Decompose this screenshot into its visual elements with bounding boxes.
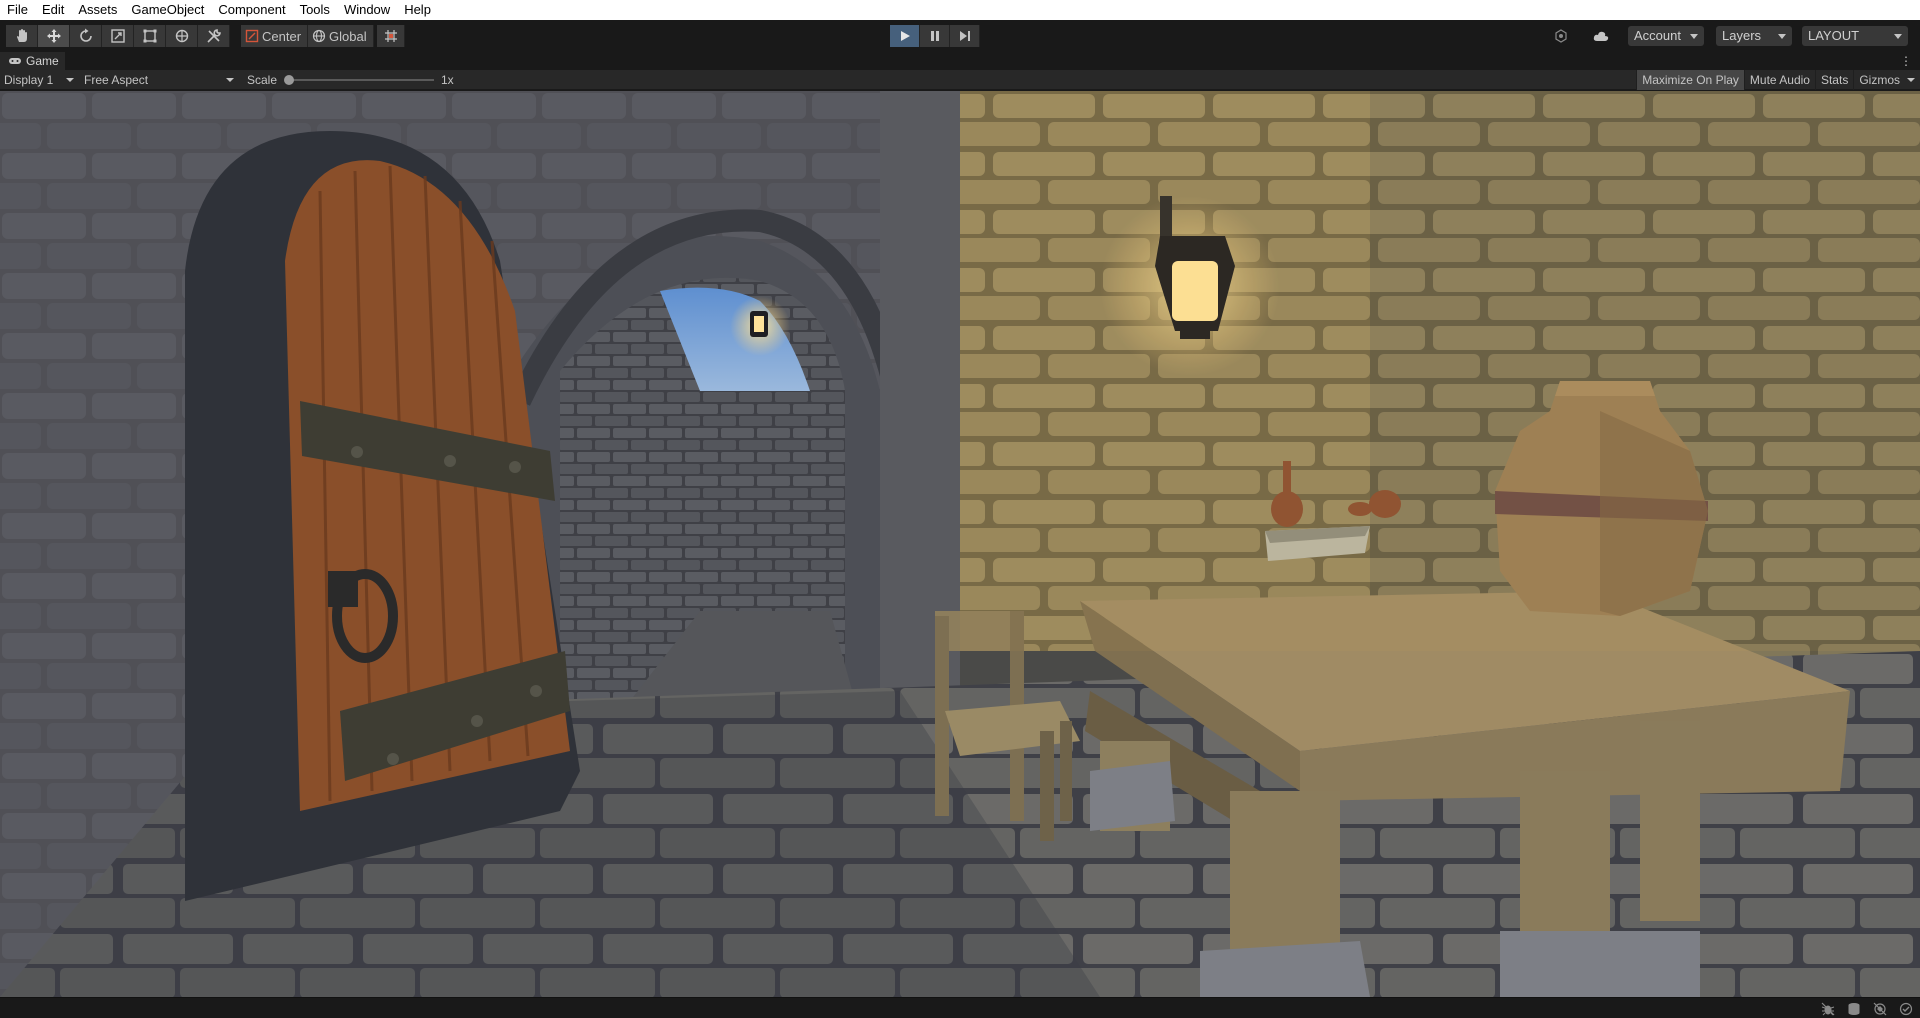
hand-icon bbox=[16, 29, 27, 42]
playmode-controls bbox=[890, 25, 980, 47]
rect-tool-button[interactable] bbox=[134, 25, 166, 47]
chevron-down-icon bbox=[226, 78, 234, 82]
cloud-icon bbox=[1593, 31, 1609, 41]
cache-icon[interactable] bbox=[1846, 1001, 1862, 1017]
distant-lantern bbox=[754, 316, 764, 332]
scale-label: Scale bbox=[247, 73, 278, 87]
cloud-button[interactable] bbox=[1588, 26, 1614, 46]
account-label: Account bbox=[1634, 28, 1681, 43]
move-tool-button[interactable] bbox=[38, 25, 70, 47]
tab-game[interactable]: Game bbox=[0, 52, 65, 70]
game-view-toggles: Maximize On Play Mute Audio Stats Gizmos bbox=[1636, 70, 1920, 90]
menu-window[interactable]: Window bbox=[337, 0, 397, 20]
pause-button[interactable] bbox=[920, 25, 950, 47]
gamepad-icon bbox=[9, 58, 21, 64]
step-icon bbox=[959, 31, 970, 41]
scale-tool-button[interactable] bbox=[102, 25, 134, 47]
layers-label: Layers bbox=[1722, 28, 1762, 43]
scale-icon bbox=[110, 29, 125, 43]
menu-edit[interactable]: Edit bbox=[35, 0, 71, 20]
scale-slider-track[interactable] bbox=[288, 79, 434, 81]
menu-help[interactable]: Help bbox=[397, 0, 438, 20]
maximize-on-play-toggle[interactable]: Maximize On Play bbox=[1636, 70, 1744, 90]
stats-toggle[interactable]: Stats bbox=[1814, 70, 1853, 90]
scale-value: 1x bbox=[441, 73, 454, 87]
globe-icon bbox=[312, 29, 326, 43]
services-icon bbox=[1555, 29, 1567, 43]
pivot-rotation-toggle[interactable]: Global bbox=[308, 25, 374, 47]
move-icon bbox=[46, 29, 61, 43]
aspect-label: Free Aspect bbox=[84, 73, 149, 87]
layout-label: LAYOUT bbox=[1808, 28, 1860, 43]
menu-assets[interactable]: Assets bbox=[71, 0, 124, 20]
chevron-down-icon bbox=[1907, 78, 1915, 82]
display-label: Display 1 bbox=[4, 73, 54, 87]
grid-snap-icon bbox=[384, 30, 397, 42]
rect-icon bbox=[143, 29, 156, 43]
grid-snapping-button[interactable] bbox=[377, 25, 405, 47]
gizmos-dropdown[interactable]: Gizmos bbox=[1853, 70, 1920, 90]
chevron-down-icon bbox=[1690, 34, 1698, 39]
game-view-controls: Display 1 Free Aspect Scale 1x Maximize … bbox=[0, 70, 1920, 90]
game-viewport[interactable] bbox=[0, 91, 1920, 997]
grid-snap-group bbox=[377, 25, 405, 47]
mute-audio-toggle[interactable]: Mute Audio bbox=[1743, 70, 1815, 90]
pivot-rotation-label: Global bbox=[329, 28, 367, 44]
tab-label: Game bbox=[26, 54, 59, 68]
collab-icon[interactable] bbox=[1872, 1001, 1888, 1017]
pivot-center-icon bbox=[245, 29, 259, 43]
layout-dropdown[interactable]: LAYOUT bbox=[1802, 26, 1908, 46]
display-dropdown[interactable]: Display 1 bbox=[0, 70, 78, 90]
pause-icon bbox=[930, 31, 939, 41]
pivot-mode-label: Center bbox=[262, 28, 302, 44]
pivot-mode-toggle[interactable]: Center bbox=[241, 25, 309, 47]
transform-tools bbox=[6, 25, 230, 47]
status-icons bbox=[1820, 1001, 1914, 1017]
menu-component[interactable]: Component bbox=[211, 0, 292, 20]
wrench-icon bbox=[206, 29, 221, 43]
menu-tools[interactable]: Tools bbox=[293, 0, 337, 20]
gizmos-label: Gizmos bbox=[1859, 73, 1900, 87]
chevron-down-icon bbox=[66, 78, 74, 82]
services-button[interactable] bbox=[1548, 26, 1574, 46]
hand-tool-button[interactable] bbox=[6, 25, 38, 47]
chevron-down-icon bbox=[1778, 34, 1786, 39]
menu-gameobject[interactable]: GameObject bbox=[124, 0, 211, 20]
pivot-group: Center Global bbox=[241, 25, 374, 47]
check-icon[interactable] bbox=[1898, 1001, 1914, 1017]
play-icon bbox=[900, 31, 910, 41]
main-toolbar: Center Global Account Layers LAYOUT bbox=[0, 20, 1920, 52]
menu-bar: File Edit Assets GameObject Component Tools Wi… bbox=[0, 0, 1920, 20]
transform-tool-button[interactable] bbox=[166, 25, 198, 47]
aspect-dropdown[interactable]: Free Aspect bbox=[80, 70, 238, 90]
rotate-icon bbox=[79, 28, 92, 42]
debug-icon[interactable] bbox=[1820, 1001, 1836, 1017]
play-button[interactable] bbox=[890, 25, 920, 47]
tab-options-menu[interactable]: ⋮ bbox=[1900, 54, 1912, 68]
dungeon-scene bbox=[0, 91, 1920, 997]
custom-tools-button[interactable] bbox=[198, 25, 230, 47]
layers-dropdown[interactable]: Layers bbox=[1716, 26, 1792, 46]
transform-icon bbox=[175, 29, 188, 43]
scale-slider-thumb[interactable] bbox=[284, 75, 294, 85]
menu-file[interactable]: File bbox=[0, 0, 35, 20]
status-bar bbox=[0, 997, 1920, 1018]
game-tab-bar: Game ⋮ bbox=[0, 52, 1920, 70]
rotate-tool-button[interactable] bbox=[70, 25, 102, 47]
chevron-down-icon bbox=[1894, 34, 1902, 39]
step-button[interactable] bbox=[950, 25, 980, 47]
account-dropdown[interactable]: Account bbox=[1628, 26, 1704, 46]
